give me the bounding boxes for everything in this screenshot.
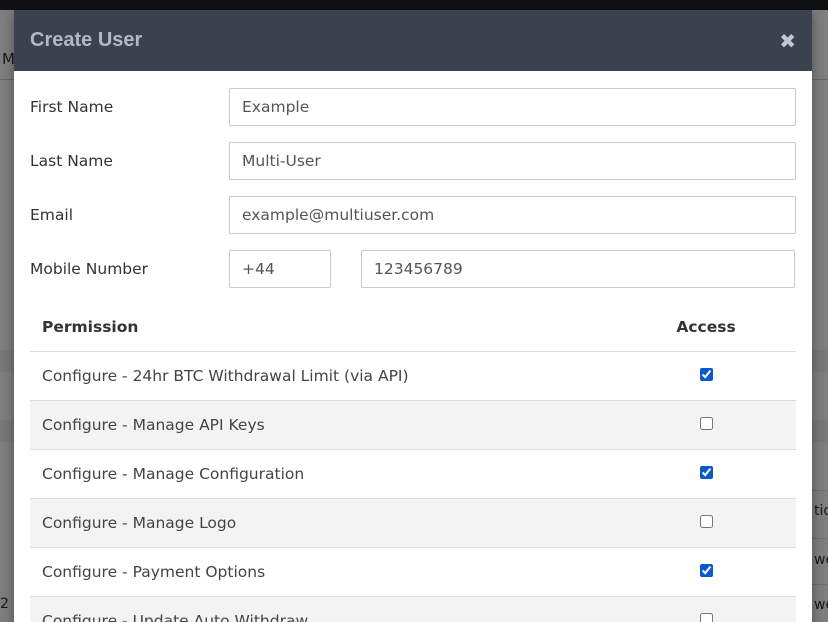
table-row: Configure - Payment Options xyxy=(30,547,796,596)
table-row: Configure - Manage API Keys xyxy=(30,400,796,449)
permission-name: Configure - Payment Options xyxy=(42,562,266,581)
permissions-table: Permission Access Configure - 24hr BTC W… xyxy=(30,304,796,622)
mobile-row: Mobile Number xyxy=(30,250,796,288)
email-input[interactable] xyxy=(229,196,796,234)
table-row: Configure - Manage Logo xyxy=(30,498,796,547)
permission-name: Configure - Manage API Keys xyxy=(42,415,265,434)
permission-name: Configure - Manage Logo xyxy=(42,513,237,532)
first-name-row: First Name xyxy=(30,88,796,126)
access-checkbox[interactable] xyxy=(699,465,713,479)
table-row: Configure - Update Auto Withdraw xyxy=(30,596,796,622)
modal-title: Create User xyxy=(30,29,143,51)
last-name-label: Last Name xyxy=(30,152,113,170)
permission-column-header: Permission xyxy=(42,318,139,337)
modal-header: Create User ✖ xyxy=(14,10,812,71)
modal-body: First Name Last Name Email Mobile Number… xyxy=(14,71,812,622)
permission-name: Configure - 24hr BTC Withdrawal Limit (v… xyxy=(42,366,409,385)
mobile-label: Mobile Number xyxy=(30,260,149,278)
last-name-input[interactable] xyxy=(229,142,796,180)
country-code-input[interactable] xyxy=(229,250,331,288)
access-checkbox[interactable] xyxy=(699,563,713,577)
email-row: Email xyxy=(30,196,796,234)
table-row: Configure - Manage Configuration xyxy=(30,449,796,498)
permissions-header-row: Permission Access xyxy=(30,304,796,351)
permission-name: Configure - Update Auto Withdraw xyxy=(42,611,309,622)
permission-name: Configure - Manage Configuration xyxy=(42,464,305,483)
close-icon[interactable]: ✖ xyxy=(779,31,796,51)
access-checkbox[interactable] xyxy=(699,416,713,430)
email-label: Email xyxy=(30,206,74,224)
access-column-header: Access xyxy=(676,318,736,337)
access-checkbox[interactable] xyxy=(699,612,713,622)
access-checkbox[interactable] xyxy=(699,514,713,528)
access-checkbox[interactable] xyxy=(699,367,713,381)
create-user-modal: Create User ✖ First Name Last Name Email… xyxy=(14,10,812,622)
mobile-number-input[interactable] xyxy=(361,250,795,288)
last-name-row: Last Name xyxy=(30,142,796,180)
first-name-input[interactable] xyxy=(229,88,796,126)
table-row: Configure - 24hr BTC Withdrawal Limit (v… xyxy=(30,351,796,400)
first-name-label: First Name xyxy=(30,98,114,116)
